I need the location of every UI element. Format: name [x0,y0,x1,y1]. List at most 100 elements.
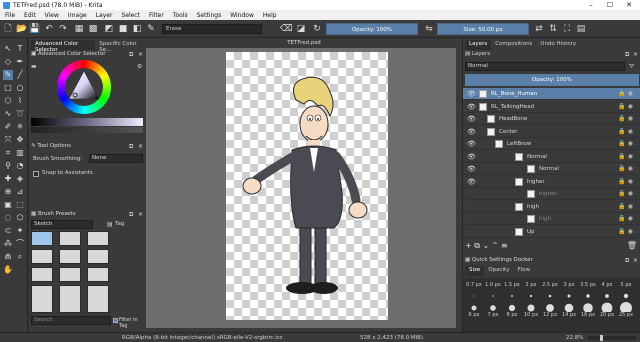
size-option[interactable]: 8 px [503,312,521,318]
layer-properties-icon[interactable]: ≡ [501,241,508,250]
visibility-eye-icon[interactable]: · [467,226,469,238]
redo-icon[interactable]: ↷ [58,24,68,34]
document-canvas[interactable] [226,52,388,320]
layer-row[interactable]: · high 🔒◉ [463,213,640,226]
tag-label[interactable]: Tag [115,221,124,227]
layer-flags-icon[interactable]: 🔒◉ [618,138,635,150]
size-option[interactable]: 1.5 px [503,282,521,288]
layer-flags-icon[interactable]: 🔒◉ [618,201,635,213]
brush-preset-icon[interactable]: ✎ [146,24,156,34]
multibrush-icon[interactable]: ✳ [15,122,25,132]
add-layer-icon[interactable]: + [465,241,474,250]
pattern-icon[interactable]: ▩ [88,24,98,34]
save-icon[interactable]: 💾 [29,24,40,34]
mirror-icon[interactable]: ⇄ [534,24,544,34]
opacity-slider[interactable]: Opacity: 100% [326,23,418,35]
smart-patch-icon[interactable]: ✚ [3,174,13,184]
calligraphy-icon[interactable]: ✒ [15,57,25,67]
layer-row[interactable]: 👁 Normal 🔒◉ [463,151,640,163]
snap-checkbox[interactable] [33,171,39,177]
layer-flags-icon[interactable]: 🔒◉ [618,126,635,138]
assistant-tool-icon[interactable]: ⊕ [3,187,13,197]
tab-layers[interactable]: Layers [465,40,492,50]
size-option[interactable]: 3.5 px [579,282,597,288]
bezier-tool-icon[interactable]: ∿ [3,109,13,119]
size-option[interactable]: 2 px [522,282,540,288]
color-history-icon[interactable]: ▬ [31,62,37,71]
ellipse-select-icon[interactable]: ◌ [3,213,13,223]
layer-flags-icon[interactable]: 🔒◉ [618,101,635,113]
float-presets-icon[interactable]: ⧉ [129,210,133,219]
size-option[interactable]: 5 px [617,282,635,288]
tab-size[interactable]: Size [465,266,485,276]
preset-tile[interactable] [87,267,109,282]
preset-tile[interactable] [31,249,53,264]
visibility-eye-icon[interactable]: 👁 [467,88,476,100]
tab-undo-history[interactable]: Undo History [536,40,580,50]
visibility-eye-icon[interactable]: · [467,188,469,200]
menu-view[interactable]: View [45,12,59,19]
visibility-eye-icon[interactable]: · [467,213,469,225]
menu-layer[interactable]: Layer [96,12,113,19]
move-tool-icon[interactable]: ✥ [15,135,25,145]
duplicate-layer-icon[interactable]: ⧉ [474,241,482,250]
dynamic-brush-icon[interactable]: ✐ [3,122,13,132]
menu-filter[interactable]: Filter [149,12,164,19]
zoom-slider[interactable] [588,335,636,341]
layer-flags-icon[interactable]: 🔒◉ [618,163,635,175]
mirror-horizontal-icon[interactable]: ⇋ [424,24,434,34]
tab-advanced-color-selector[interactable]: Advanced Color Selector [31,40,96,53]
undo-icon[interactable]: ↶ [44,24,54,34]
visibility-eye-icon[interactable]: 👁 [467,163,476,175]
fill-tool-icon[interactable]: ◈ [15,174,25,184]
layer-flags-icon[interactable]: 🔒◉ [618,113,635,125]
close-dock-icon[interactable]: ✕ [138,50,143,59]
layer-filter-icon[interactable]: ⛛ [629,62,634,71]
tab-specific-color-selector[interactable]: Specific Color Se... [95,40,146,53]
float-quick-settings-icon[interactable]: ⧉ [625,256,629,265]
layer-row[interactable]: 👁 Center 🔒◉ [463,126,640,138]
layer-opacity-slider[interactable]: Opacity: 100% [465,74,639,86]
preset-filter-select[interactable]: Sketch [31,220,93,229]
contiguous-select-icon[interactable]: ✦ [15,226,25,236]
menu-window[interactable]: Window [230,12,254,19]
layer-row[interactable]: 👁 LeftBrow 🔒◉ [463,138,640,151]
polygon-select-icon[interactable]: ⬠ [15,213,25,223]
menu-select[interactable]: Select [121,12,140,19]
visibility-eye-icon[interactable]: · [467,201,469,213]
color-picker-icon[interactable]: ⚲ [3,161,13,171]
preset-tile[interactable] [31,285,53,313]
color-space-info[interactable]: RGB/Alpha (8-bit integer/channel) sRGB-e… [122,333,283,342]
minimize-button[interactable]: – [584,0,598,10]
similar-select-icon[interactable]: ⁂ [3,239,13,249]
preset-tile[interactable] [87,285,109,313]
size-option[interactable]: 3 px [560,282,578,288]
layer-flags-icon[interactable]: 🔒◉ [618,151,635,163]
text-tool-icon[interactable]: T [15,44,25,54]
delete-layer-icon[interactable]: 🗑 [627,240,637,251]
layer-row[interactable]: · Up 🔒◉ [463,226,640,238]
size-option[interactable]: 10 px [522,312,540,318]
magnetic-select-icon[interactable]: ⋒ [3,252,13,262]
layer-row[interactable]: · higher 🔒◉ [463,188,640,201]
opacity-preserve-icon[interactable]: ◧ [132,24,142,34]
close-quick-settings-icon[interactable]: ✕ [633,256,638,265]
tab-flow[interactable]: Flow [513,266,534,276]
color-history-strip[interactable] [31,127,143,133]
measure-tool-icon[interactable]: ⊿ [15,187,25,197]
close-tool-options-icon[interactable]: ✕ [138,142,143,151]
menu-edit[interactable]: Edit [24,12,36,19]
eraser-mode-icon[interactable]: ⌫ [280,24,293,34]
fill-color-icon[interactable]: ■ [118,24,128,34]
saturation-triangle[interactable] [67,69,101,103]
blend-mode-select[interactable]: Erase [162,24,262,34]
close-button[interactable]: ✕ [622,0,636,10]
layer-flags-icon[interactable]: 🔒◉ [618,188,635,200]
filter-in-tag-checkbox[interactable] [113,318,118,323]
size-option[interactable]: 6 px [465,312,483,318]
layer-row[interactable]: 👁 Normal 🔒◉ [463,163,640,176]
layer-flags-icon[interactable]: 🔒◉ [618,176,635,188]
preset-tile[interactable] [59,267,81,282]
visibility-eye-icon[interactable]: 👁 [467,176,476,188]
alpha-lock-icon[interactable]: ◪ [296,24,306,34]
